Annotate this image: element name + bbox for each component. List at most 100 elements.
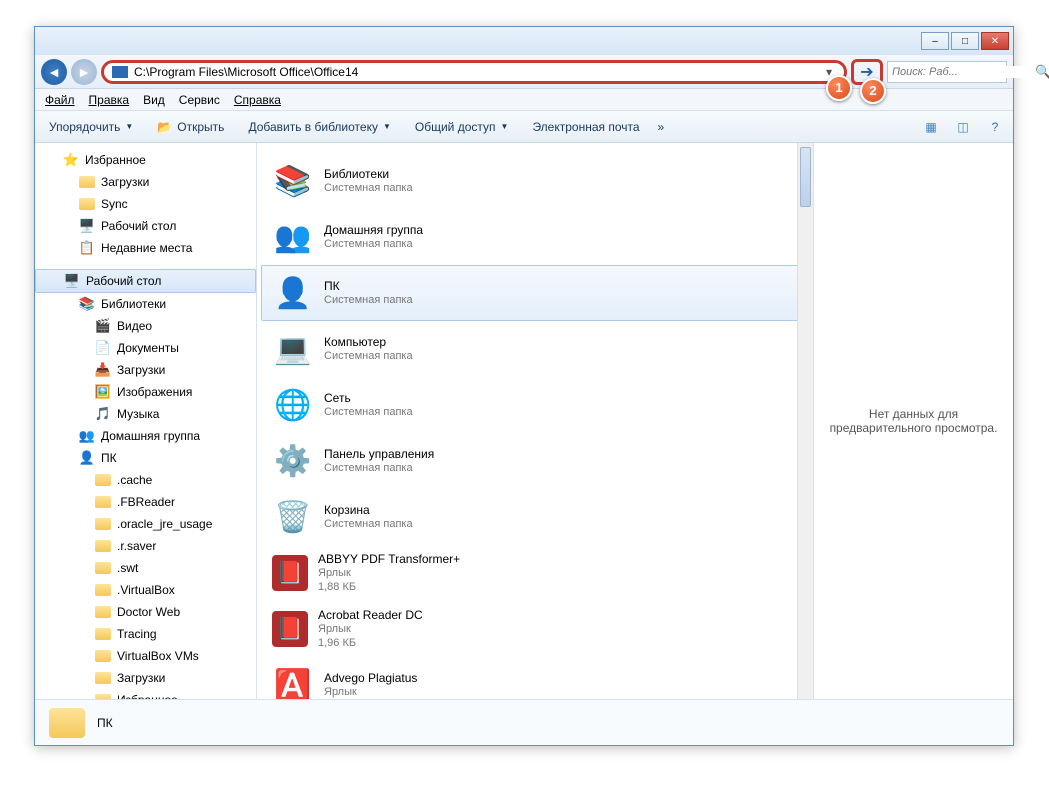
network-icon: 🌐 <box>272 384 314 426</box>
list-item[interactable]: 👤ПКСистемная папка <box>261 265 809 321</box>
nav-sync[interactable]: Sync <box>35 193 256 215</box>
list-item[interactable]: 🗑️КорзинаСистемная папка <box>261 489 809 545</box>
documents-icon: 📄 <box>95 340 111 356</box>
nav-favorites[interactable]: ⭐Избранное <box>35 149 256 171</box>
toolbar-overflow-icon[interactable]: » <box>658 120 665 134</box>
item-subtitle: Системная папка <box>324 461 434 475</box>
help-button[interactable]: ? <box>985 117 1005 137</box>
nav-vboxvms[interactable]: VirtualBox VMs <box>35 645 256 667</box>
advego-icon: 🅰️ <box>272 664 314 699</box>
nav-video[interactable]: 🎬Видео <box>35 315 256 337</box>
nav-downloads2[interactable]: Загрузки <box>35 667 256 689</box>
menu-edit[interactable]: Правка <box>89 93 130 107</box>
preview-pane-button[interactable]: ◫ <box>953 117 973 137</box>
nav-music[interactable]: 🎵Музыка <box>35 403 256 425</box>
folder-icon <box>79 196 95 212</box>
item-subtitle: Системная папка <box>324 181 413 195</box>
explorer-window: – □ ✕ ◄ ► ▾ 1 ➔ 2 🔍 Файл Правка Вид Серв… <box>34 26 1014 746</box>
list-item[interactable]: 📕ABBYY PDF Transformer+Ярлык1,88 КБ <box>261 545 809 601</box>
share-button[interactable]: Общий доступ▼ <box>409 117 515 137</box>
item-subtitle: Системная папка <box>324 237 423 251</box>
list-item[interactable]: 🅰️Advego PlagiatusЯрлык <box>261 657 809 699</box>
navigation-pane: ⭐Избранное Загрузки Sync 🖥️Рабочий стол … <box>35 143 257 699</box>
folder-icon <box>95 538 111 554</box>
computer-icon <box>112 66 128 78</box>
scrollbar-thumb[interactable] <box>800 147 811 207</box>
item-subtitle: Системная папка <box>324 517 413 531</box>
menu-tools[interactable]: Сервис <box>179 93 220 107</box>
nav-pc[interactable]: 👤ПК <box>35 447 256 469</box>
item-size: 1,88 КБ <box>318 580 460 594</box>
view-mode-button[interactable]: ▦ <box>921 117 941 137</box>
forward-button[interactable]: ► <box>71 59 97 85</box>
preview-pane: Нет данных для предварительного просмотр… <box>813 143 1013 699</box>
nav-homegroup[interactable]: 👥Домашняя группа <box>35 425 256 447</box>
organize-button[interactable]: Упорядочить▼ <box>43 117 139 137</box>
list-item[interactable]: 👥 Домашняя группаСистемная папка <box>261 209 809 265</box>
folder-icon <box>95 472 111 488</box>
homegroup-icon: 👥 <box>272 216 314 258</box>
nav-downloads[interactable]: Загрузки <box>35 171 256 193</box>
search-icon[interactable]: 🔍 <box>1035 64 1049 80</box>
add-to-library-button[interactable]: Добавить в библиотеку▼ <box>242 117 396 137</box>
open-button[interactable]: 📂Открыть <box>151 117 230 137</box>
nav-libraries[interactable]: 📚Библиотеки <box>35 293 256 315</box>
content-scrollbar[interactable] <box>797 143 813 699</box>
nav-desktop-fav[interactable]: 🖥️Рабочий стол <box>35 215 256 237</box>
nav-images[interactable]: 🖼️Изображения <box>35 381 256 403</box>
nav-cache[interactable]: .cache <box>35 469 256 491</box>
nav-fbreader[interactable]: .FBReader <box>35 491 256 513</box>
menu-help[interactable]: Справка <box>234 93 281 107</box>
nav-oracle[interactable]: .oracle_jre_usage <box>35 513 256 535</box>
item-name: Домашняя группа <box>324 223 423 237</box>
item-name: ABBYY PDF Transformer+ <box>318 552 460 566</box>
email-button[interactable]: Электронная почта <box>526 117 645 137</box>
nav-documents[interactable]: 📄Документы <box>35 337 256 359</box>
menu-file[interactable]: Файл <box>45 93 75 107</box>
nav-downloads-lib[interactable]: 📥Загрузки <box>35 359 256 381</box>
folder-icon <box>95 648 111 664</box>
computer-icon: 💻 <box>272 328 314 370</box>
item-name: Компьютер <box>324 335 413 349</box>
maximize-button[interactable]: □ <box>951 32 979 50</box>
status-folder-icon <box>49 705 85 741</box>
list-item[interactable]: 💻 КомпьютерСистемная папка <box>261 321 809 377</box>
nav-recent[interactable]: 📋Недавние места <box>35 237 256 259</box>
statusbar: ПК <box>35 699 1013 745</box>
images-icon: 🖼️ <box>95 384 111 400</box>
close-button[interactable]: ✕ <box>981 32 1009 50</box>
callout-1: 1 <box>826 75 852 101</box>
homegroup-icon: 👥 <box>79 428 95 444</box>
nav-swt[interactable]: .swt <box>35 557 256 579</box>
star-icon: ⭐ <box>63 152 79 168</box>
folder-icon <box>95 560 111 576</box>
nav-desktop[interactable]: 🖥️Рабочий стол <box>35 269 256 293</box>
item-name: Advego Plagiatus <box>324 671 417 685</box>
list-item[interactable]: ⚙️Панель управленияСистемная папка <box>261 433 809 489</box>
item-name: Библиотеки <box>324 167 413 181</box>
folder-icon <box>95 670 111 686</box>
list-item[interactable]: 📚БиблиотекиСистемная папка <box>261 153 809 209</box>
nav-rsaver[interactable]: .r.saver <box>35 535 256 557</box>
item-subtitle: Системная папка <box>324 405 413 419</box>
nav-favorites2[interactable]: Избранное <box>35 689 256 699</box>
abbyy-icon: 📕 <box>272 555 308 591</box>
search-input[interactable] <box>892 66 1035 78</box>
recycle-icon: 🗑️ <box>272 496 314 538</box>
titlebar: – □ ✕ <box>35 27 1013 55</box>
nav-doctorweb[interactable]: Doctor Web <box>35 601 256 623</box>
nav-tracing[interactable]: Tracing <box>35 623 256 645</box>
list-item[interactable]: 📕Acrobat Reader DCЯрлык1,96 КБ <box>261 601 809 657</box>
desktop-icon: 🖥️ <box>79 218 95 234</box>
downloads-icon: 📥 <box>95 362 111 378</box>
nav-virtualbox[interactable]: .VirtualBox <box>35 579 256 601</box>
body: ⭐Избранное Загрузки Sync 🖥️Рабочий стол … <box>35 143 1013 699</box>
address-input[interactable] <box>134 65 822 79</box>
minimize-button[interactable]: – <box>921 32 949 50</box>
item-name: Acrobat Reader DC <box>318 608 423 622</box>
menu-view[interactable]: Вид <box>143 93 165 107</box>
back-button[interactable]: ◄ <box>41 59 67 85</box>
list-item[interactable]: 🌐СетьСистемная папка <box>261 377 809 433</box>
item-subtitle: Системная папка <box>324 349 413 363</box>
callout-2: 2 <box>860 78 886 104</box>
